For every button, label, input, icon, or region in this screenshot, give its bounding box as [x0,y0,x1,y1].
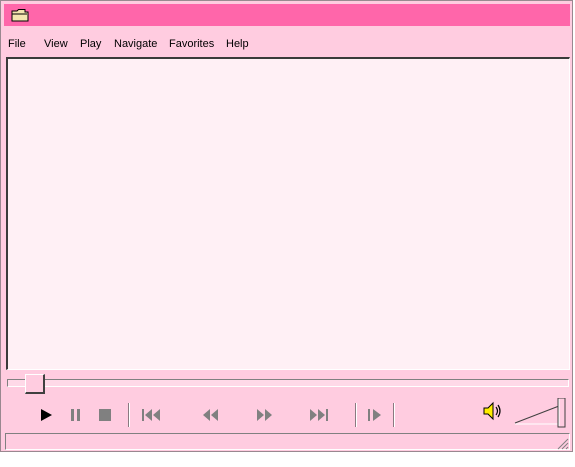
menu-help[interactable]: Help [225,37,250,51]
skip-back-button[interactable] [140,404,162,426]
menu-view[interactable]: View [43,37,69,51]
seek-bar-thumb[interactable] [25,374,45,394]
skip-forward-button[interactable] [309,404,331,426]
pause-icon [71,409,80,421]
resize-grip-icon[interactable] [557,438,569,450]
menu-favorites[interactable]: Favorites [168,37,215,51]
volume-slider[interactable] [513,397,569,428]
fast-forward-icon [257,409,272,421]
mute-button[interactable] [481,399,503,423]
media-player-window: File View Play Navigate Favorites Help [0,0,573,452]
skip-back-icon [142,409,160,421]
title-bar[interactable] [4,4,570,26]
stop-icon [99,409,111,421]
rewind-icon [203,409,218,421]
rewind-button[interactable] [200,404,222,426]
frame-step-button[interactable] [365,404,387,426]
play-icon [41,409,52,421]
stop-button[interactable] [95,404,117,426]
pause-button[interactable] [65,404,87,426]
status-bar [5,433,570,450]
toolbar-separator [355,403,357,427]
seek-bar-track[interactable] [7,379,569,387]
toolbar-separator [128,403,130,427]
menu-navigate[interactable]: Navigate [113,37,158,51]
speaker-icon [483,401,501,421]
toolbar-separator [393,403,395,427]
skip-forward-icon [310,409,328,421]
menu-play[interactable]: Play [79,37,102,51]
fast-forward-button[interactable] [254,404,276,426]
folder-icon [11,9,29,22]
play-button[interactable] [35,404,57,426]
frame-step-icon [368,409,381,421]
video-display-area[interactable] [6,57,570,370]
menu-file[interactable]: File [7,37,27,51]
